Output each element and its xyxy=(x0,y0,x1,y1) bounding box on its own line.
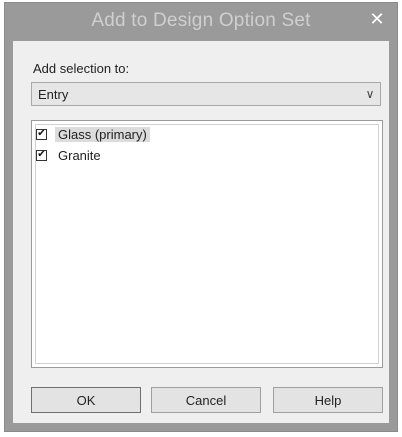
dialog-content: Add selection to: Entry ∨ ✔ Glass (prima… xyxy=(13,41,389,423)
option-set-value: Entry xyxy=(38,86,69,102)
title-bar[interactable]: Add to Design Option Set ✕ xyxy=(5,3,397,39)
list-item-glass[interactable]: ✔ Glass (primary) xyxy=(36,125,150,143)
checkbox-granite[interactable]: ✔ xyxy=(36,149,47,161)
add-selection-label: Add selection to: xyxy=(33,61,130,76)
close-icon[interactable]: ✕ xyxy=(367,9,387,29)
option-set-dropdown[interactable]: Entry ∨ xyxy=(31,82,381,106)
dialog-title: Add to Design Option Set xyxy=(91,10,311,31)
list-item-granite[interactable]: ✔ Granite xyxy=(36,146,104,164)
option-label-granite: Granite xyxy=(58,147,101,163)
checkbox-glass[interactable]: ✔ xyxy=(36,128,47,140)
ok-button[interactable]: OK xyxy=(31,387,141,413)
dialog-window: Add to Design Option Set ✕ Add selection… xyxy=(4,2,398,432)
button-row: OK Cancel Help xyxy=(31,387,383,413)
design-options-list[interactable]: ✔ Glass (primary) ✔ Granite xyxy=(31,120,383,368)
help-button[interactable]: Help xyxy=(273,387,383,413)
option-label-glass: Glass (primary) xyxy=(55,126,150,142)
chevron-down-icon[interactable]: ∨ xyxy=(360,87,380,101)
cancel-button[interactable]: Cancel xyxy=(151,387,261,413)
